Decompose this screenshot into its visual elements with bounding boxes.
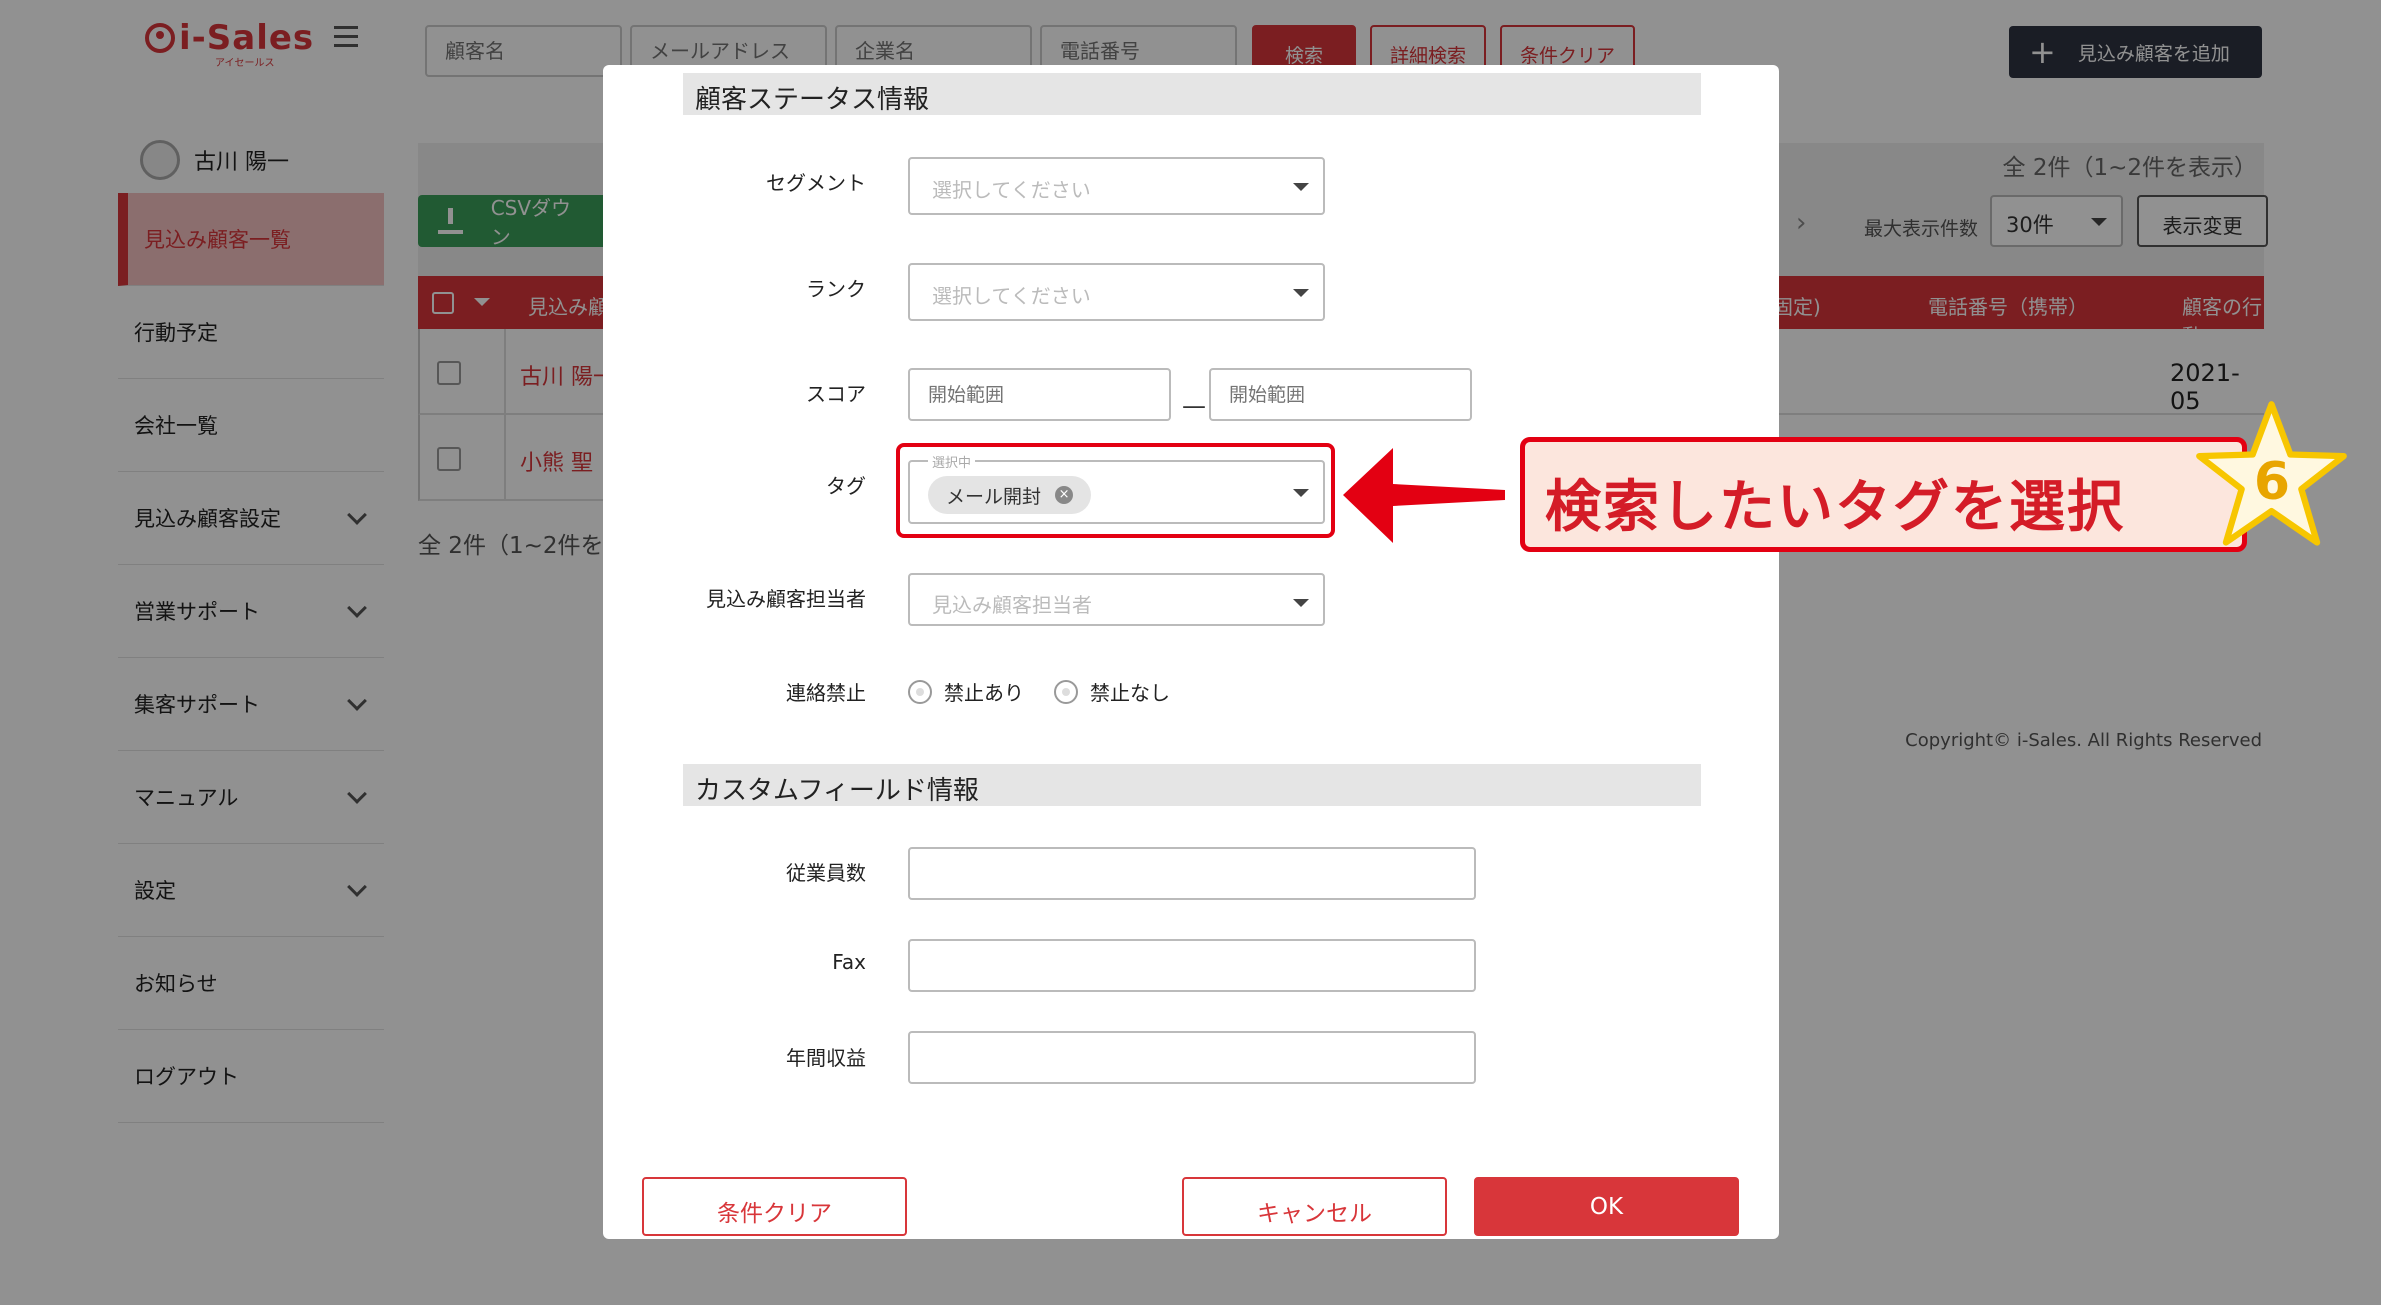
tag-label: タグ — [826, 474, 866, 498]
segment-label: セグメント — [766, 171, 866, 195]
instruction-callout: 検索したいタグを選択 — [1520, 437, 2247, 552]
callout-text: 検索したいタグを選択 — [1545, 475, 2125, 540]
contact-ban-radio-group: 禁止あり 禁止なし — [908, 677, 1200, 706]
revenue-label: 年間収益 — [786, 1046, 866, 1070]
score-label: スコア — [806, 382, 866, 406]
radio-ban-no[interactable] — [1054, 679, 1078, 704]
owner-label: 見込み顧客担当者 — [706, 587, 866, 611]
cancel-button[interactable]: キャンセル — [1182, 1177, 1447, 1236]
callout-arrow-icon — [1343, 448, 1505, 543]
rank-select[interactable]: 選択してください — [908, 263, 1325, 321]
section-status-heading: 顧客ステータス情報 — [683, 73, 1701, 115]
revenue-input[interactable] — [908, 1031, 1476, 1084]
score-to-input[interactable] — [1209, 368, 1472, 421]
tag-highlight-frame — [896, 443, 1335, 538]
score-from-input[interactable] — [908, 368, 1171, 421]
ok-button[interactable]: OK — [1474, 1177, 1739, 1236]
fax-input[interactable] — [908, 939, 1476, 992]
contact-ban-label: 連絡禁止 — [786, 681, 866, 705]
segment-select[interactable]: 選択してください — [908, 157, 1325, 215]
owner-select[interactable]: 見込み顧客担当者 — [908, 573, 1325, 626]
fax-label: Fax — [832, 950, 866, 974]
detail-search-modal: 顧客ステータス情報 セグメント 選択してください ランク 選択してください スコ… — [603, 65, 1779, 1239]
employees-input[interactable] — [908, 847, 1476, 900]
clear-conditions-button[interactable]: 条件クリア — [642, 1177, 907, 1236]
employees-label: 従業員数 — [786, 861, 866, 885]
rank-label: ランク — [806, 277, 866, 301]
section-custom-heading: カスタムフィールド情報 — [683, 764, 1701, 806]
step-number: 6 — [2253, 452, 2291, 512]
range-dash: — — [1182, 392, 1206, 420]
radio-ban-yes[interactable] — [908, 679, 932, 704]
